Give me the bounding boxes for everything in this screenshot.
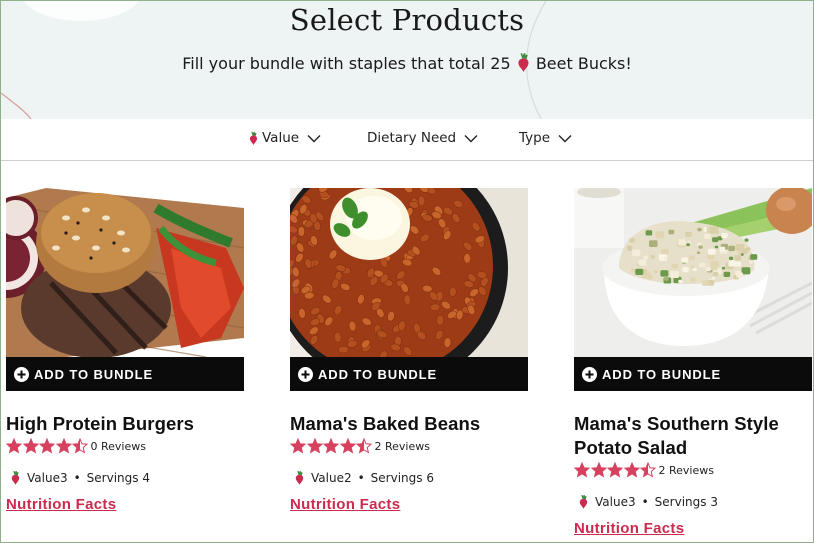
page-title: Select Products bbox=[289, 3, 525, 37]
subtitle-currency: Beet Bucks! bbox=[535, 54, 632, 73]
product-value: Value2 bbox=[311, 470, 352, 485]
product-image-burgers[interactable] bbox=[6, 188, 244, 357]
filter-dietary-need-dropdown[interactable]: Dietary Need bbox=[367, 130, 478, 146]
star-rating bbox=[290, 438, 373, 454]
baked-beans-photo bbox=[290, 188, 528, 357]
product-meta: Value3 • Servings 3 bbox=[578, 494, 718, 509]
product-image-baked-beans[interactable] bbox=[290, 188, 528, 357]
chevron-down-icon bbox=[464, 134, 478, 142]
nutrition-facts-link[interactable]: Nutrition Facts bbox=[290, 496, 400, 513]
nutrition-facts-link[interactable]: Nutrition Facts bbox=[6, 496, 116, 513]
star-full-icon bbox=[623, 462, 640, 478]
plus-circle-icon bbox=[14, 366, 29, 382]
beet-icon bbox=[249, 131, 258, 145]
star-full-icon bbox=[574, 462, 590, 478]
add-to-bundle-button[interactable]: ADD TO BUNDLE bbox=[6, 357, 244, 391]
star-full-icon bbox=[22, 438, 39, 454]
chevron-down-icon bbox=[307, 134, 321, 142]
review-count: 2 Reviews bbox=[374, 439, 430, 453]
star-full-icon bbox=[323, 438, 339, 454]
page-subtitle: Fill your bundle with staples that total… bbox=[1, 52, 813, 73]
product-value: Value3 bbox=[27, 470, 68, 485]
review-count: 0 Reviews bbox=[90, 439, 146, 453]
page-frame: Select Products Fill your bundle with st… bbox=[0, 0, 814, 543]
star-full-icon bbox=[339, 438, 356, 454]
separator-dot: • bbox=[641, 494, 649, 509]
star-full-icon bbox=[6, 438, 22, 454]
beet-icon bbox=[579, 494, 588, 509]
beet-icon bbox=[518, 53, 529, 72]
beet-icon bbox=[11, 470, 20, 485]
star-half-icon bbox=[640, 462, 656, 478]
review-count: 2 Reviews bbox=[658, 463, 714, 477]
chevron-down-icon bbox=[558, 134, 572, 142]
product-servings: Servings 6 bbox=[370, 470, 434, 485]
plus-circle-icon bbox=[582, 366, 597, 382]
product-name[interactable]: High Protein Burgers bbox=[6, 412, 244, 436]
star-full-icon bbox=[590, 462, 607, 478]
subtitle-text: Fill your bundle with staples that total… bbox=[182, 54, 511, 73]
potato-salad-photo bbox=[574, 188, 812, 357]
separator-dot: • bbox=[73, 470, 81, 485]
filter-label: Type bbox=[519, 130, 551, 146]
star-rating bbox=[574, 462, 657, 478]
hero-banner: Select Products Fill your bundle with st… bbox=[1, 1, 813, 119]
star-full-icon bbox=[290, 438, 306, 454]
star-full-icon bbox=[39, 438, 55, 454]
add-to-bundle-label: ADD TO BUNDLE bbox=[602, 366, 722, 382]
separator-dot: • bbox=[357, 470, 365, 485]
product-name[interactable]: Mama's Southern Style Potato Salad bbox=[574, 412, 812, 460]
plus-circle-icon bbox=[298, 366, 313, 382]
add-to-bundle-label: ADD TO BUNDLE bbox=[318, 366, 438, 382]
product-image-potato-salad[interactable] bbox=[574, 188, 812, 357]
product-servings: Servings 4 bbox=[86, 470, 150, 485]
star-full-icon bbox=[55, 438, 72, 454]
product-rating[interactable]: 2 Reviews bbox=[574, 462, 714, 478]
star-full-icon bbox=[607, 462, 623, 478]
product-card: ADD TO BUNDLE Mama's Baked Beans 2 Revie… bbox=[290, 188, 528, 513]
add-to-bundle-button[interactable]: ADD TO BUNDLE bbox=[290, 357, 528, 391]
filter-type-dropdown[interactable]: Type bbox=[519, 130, 572, 146]
add-to-bundle-label: ADD TO BUNDLE bbox=[34, 366, 154, 382]
star-half-icon bbox=[72, 438, 88, 454]
product-card: ADD TO BUNDLE High Protein Burgers 0 Rev… bbox=[6, 188, 244, 513]
product-value: Value3 bbox=[595, 494, 636, 509]
add-to-bundle-button[interactable]: ADD TO BUNDLE bbox=[574, 357, 812, 391]
product-meta: Value3 • Servings 4 bbox=[10, 470, 150, 485]
filter-label: Dietary Need bbox=[367, 130, 457, 146]
product-servings: Servings 3 bbox=[654, 494, 718, 509]
filter-value-dropdown[interactable]: Value bbox=[248, 130, 321, 146]
product-rating[interactable]: 2 Reviews bbox=[290, 438, 430, 454]
nutrition-facts-link[interactable]: Nutrition Facts bbox=[574, 520, 684, 537]
filter-bar: Value Dietary Need Type bbox=[1, 119, 813, 161]
beet-icon bbox=[295, 470, 304, 485]
product-rating[interactable]: 0 Reviews bbox=[6, 438, 146, 454]
burger-photo bbox=[6, 188, 244, 357]
filter-label: Value bbox=[262, 130, 300, 146]
star-full-icon bbox=[306, 438, 323, 454]
star-half-icon bbox=[356, 438, 372, 454]
product-name[interactable]: Mama's Baked Beans bbox=[290, 412, 528, 436]
star-rating bbox=[6, 438, 89, 454]
product-card: ADD TO BUNDLE Mama's Southern Style Pota… bbox=[574, 188, 812, 537]
product-meta: Value2 • Servings 6 bbox=[294, 470, 434, 485]
